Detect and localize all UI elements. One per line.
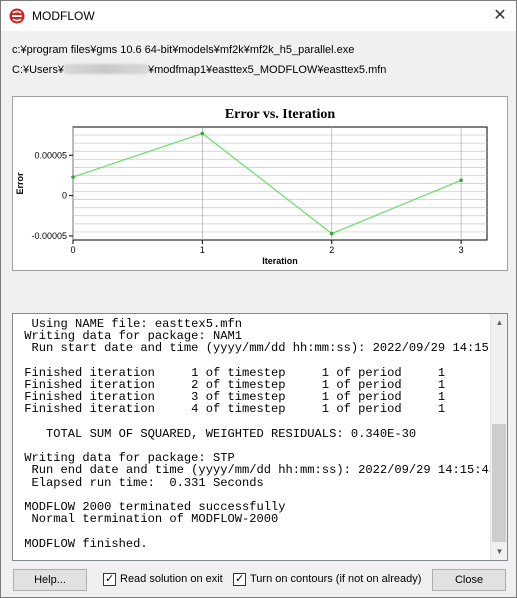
- read-solution-label[interactable]: Read solution on exit: [120, 573, 223, 586]
- mfn-file-path: C:¥Users¥ ¥modfmap1¥easttex5_MODFLOW¥east…: [12, 64, 386, 76]
- mfn-path-suffix: ¥modfmap1¥easttex5_MODFLOW¥easttex5.mfn: [147, 64, 387, 76]
- modflow-dialog: MODFLOW ✕ c:¥program files¥gms 10.6 64-b…: [0, 0, 517, 598]
- scroll-up-arrow-icon[interactable]: ▲: [491, 314, 507, 331]
- turn-on-contours-checkbox-box[interactable]: ✓: [233, 573, 246, 586]
- checkmark-icon: ✓: [105, 573, 115, 585]
- close-button[interactable]: Close: [432, 569, 506, 591]
- log-line: Finished iteration 4 of timestep 1 of pe…: [17, 402, 446, 417]
- scroll-down-arrow-icon[interactable]: ▼: [491, 543, 507, 560]
- log-scrollbar[interactable]: ▲ ▼: [490, 314, 507, 560]
- log-line: Run start date and time (yyyy/mm/dd hh:m…: [17, 341, 508, 356]
- chart-title: Error vs. Iteration: [225, 107, 336, 122]
- data-point: [71, 175, 75, 179]
- x-tick-label: 3: [459, 245, 464, 255]
- error-chart-panel: Error vs. Iteration 0 1 2 3 0.00005 0 -0.00005 I…: [12, 96, 508, 271]
- y-tick-label: 0.00005: [34, 150, 67, 160]
- data-point: [459, 178, 463, 183]
- data-point: [200, 131, 205, 136]
- log-line: Run end date and time (yyyy/mm/dd hh:mm:…: [17, 463, 497, 478]
- y-axis-label: Error: [15, 172, 25, 195]
- window-title: MODFLOW: [32, 9, 95, 23]
- turn-on-contours-label[interactable]: Turn on contours (if not on already): [250, 573, 421, 586]
- log-line: Normal termination of MODFLOW-2000: [17, 512, 279, 527]
- error-vs-iteration-chart: Error vs. Iteration0 1 2 30.000050-0.00005I…: [15, 107, 488, 266]
- executable-path: c:¥program files¥gms 10.6 64-bit¥models¥…: [12, 44, 355, 56]
- x-axis-label: Iteration: [262, 256, 298, 266]
- output-log[interactable]: Using NAME file: easttex5.mfn Writing da…: [12, 313, 508, 561]
- redacted-username: [63, 64, 148, 74]
- x-tick-label: 1: [200, 245, 205, 255]
- help-button[interactable]: Help...: [13, 569, 87, 591]
- title-bar: MODFLOW ✕: [1, 1, 516, 31]
- y-tick-label: -0.00005: [31, 231, 67, 241]
- read-solution-checkbox-box[interactable]: ✓: [103, 573, 116, 586]
- mfn-path-prefix: C:¥Users¥: [12, 64, 64, 76]
- log-line: Elapsed run time: 0.331 Seconds: [17, 475, 264, 490]
- x-tick-label: 2: [329, 245, 334, 255]
- x-tick-label: 0: [70, 245, 75, 255]
- log-text: Using NAME file: easttex5.mfn Writing da…: [17, 318, 508, 551]
- log-line: TOTAL SUM OF SQUARED, WEIGHTED RESIDUALS…: [17, 426, 417, 441]
- y-tick-label: 0: [62, 191, 67, 201]
- checkmark-icon: ✓: [235, 573, 245, 585]
- scroll-thumb[interactable]: [492, 424, 506, 542]
- data-point: [329, 231, 334, 236]
- modflow-app-icon: [9, 8, 25, 24]
- close-icon[interactable]: ✕: [484, 1, 516, 31]
- log-line: MODFLOW finished.: [17, 536, 148, 551]
